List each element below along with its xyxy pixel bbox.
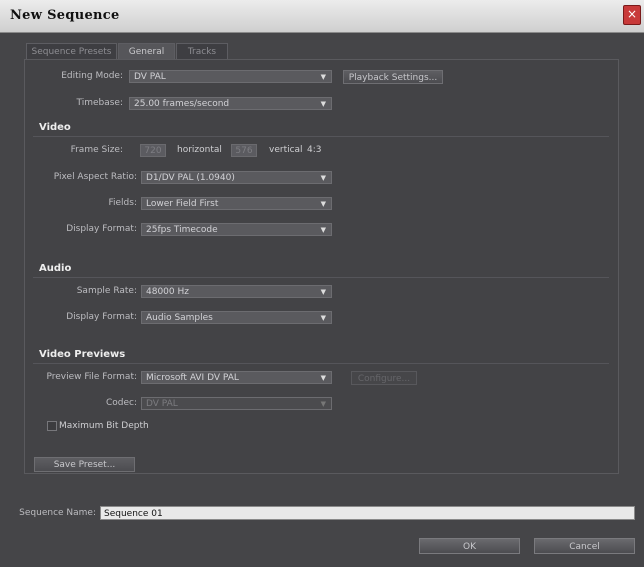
fields-value: Lower Field First [146, 199, 219, 209]
close-icon[interactable]: × [623, 5, 641, 25]
chevron-down-icon: ▼ [320, 374, 326, 382]
chevron-down-icon: ▼ [320, 400, 326, 408]
codec-dropdown[interactable]: DV PAL ▼ [141, 397, 332, 410]
aspect-ratio-text: 4:3 [307, 145, 322, 155]
ok-button[interactable]: OK [419, 538, 520, 554]
sample-rate-value: 48000 Hz [146, 287, 189, 297]
pixel-aspect-ratio-value: D1/DV PAL (1.0940) [146, 173, 235, 183]
save-preset-button[interactable]: Save Preset... [34, 457, 135, 472]
sample-rate-label: Sample Rate: [76, 286, 137, 296]
cancel-button[interactable]: Cancel [534, 538, 635, 554]
chevron-down-icon: ▼ [320, 200, 326, 208]
video-previews-divider [33, 363, 609, 364]
video-heading: Video [39, 122, 71, 133]
chevron-down-icon: ▼ [320, 174, 326, 182]
editing-mode-dropdown[interactable]: DV PAL ▼ [129, 70, 332, 83]
fields-label: Fields: [108, 198, 138, 208]
codec-value: DV PAL [146, 399, 178, 409]
preview-file-format-label: Preview File Format: [46, 372, 137, 382]
preview-file-format-dropdown[interactable]: Microsoft AVI DV PAL ▼ [141, 371, 332, 384]
max-bit-depth-checkbox[interactable] [47, 421, 57, 431]
max-bit-depth-label: Maximum Bit Depth [59, 421, 149, 431]
chevron-down-icon: ▼ [320, 226, 326, 234]
timebase-label: Timebase: [76, 98, 123, 108]
sample-rate-dropdown[interactable]: 48000 Hz ▼ [141, 285, 332, 298]
vertical-label: vertical [269, 145, 303, 155]
chevron-down-icon: ▼ [320, 288, 326, 296]
pixel-aspect-ratio-dropdown[interactable]: D1/DV PAL (1.0940) ▼ [141, 171, 332, 184]
video-display-format-dropdown[interactable]: 25fps Timecode ▼ [141, 223, 332, 236]
audio-heading: Audio [39, 263, 72, 274]
timebase-value: 25.00 frames/second [134, 99, 230, 109]
editing-mode-label: Editing Mode: [61, 71, 123, 81]
audio-divider [33, 277, 609, 278]
frame-height-field: 576 [231, 144, 257, 157]
audio-display-format-label: Display Format: [66, 312, 137, 322]
general-panel: Editing Mode: DV PAL ▼ Playback Settings… [24, 59, 619, 474]
frame-size-label: Frame Size: [70, 145, 123, 155]
sequence-name-label: Sequence Name: [19, 508, 96, 518]
tab-tracks[interactable]: Tracks [176, 43, 228, 60]
fields-dropdown[interactable]: Lower Field First ▼ [141, 197, 332, 210]
video-previews-heading: Video Previews [39, 349, 126, 360]
video-display-format-label: Display Format: [66, 224, 137, 234]
horizontal-label: horizontal [177, 145, 222, 155]
sequence-name-field[interactable]: Sequence 01 [100, 506, 635, 520]
chevron-down-icon: ▼ [320, 100, 326, 108]
audio-display-format-value: Audio Samples [146, 313, 213, 323]
configure-button[interactable]: Configure... [351, 371, 417, 385]
new-sequence-dialog: New Sequence × Sequence Presets General … [0, 0, 644, 567]
dialog-title: New Sequence [10, 8, 120, 23]
codec-label: Codec: [105, 398, 137, 408]
timebase-dropdown[interactable]: 25.00 frames/second ▼ [129, 97, 332, 110]
frame-width-field: 720 [140, 144, 166, 157]
audio-display-format-dropdown[interactable]: Audio Samples ▼ [141, 311, 332, 324]
title-bar[interactable]: New Sequence × [0, 0, 644, 33]
video-divider [33, 136, 609, 137]
chevron-down-icon: ▼ [320, 73, 326, 81]
pixel-aspect-ratio-label: Pixel Aspect Ratio: [53, 172, 137, 182]
tab-sequence-presets[interactable]: Sequence Presets [26, 43, 117, 60]
preview-file-format-value: Microsoft AVI DV PAL [146, 373, 239, 383]
chevron-down-icon: ▼ [320, 314, 326, 322]
editing-mode-value: DV PAL [134, 72, 166, 82]
video-display-format-value: 25fps Timecode [146, 225, 218, 235]
playback-settings-button[interactable]: Playback Settings... [343, 70, 443, 84]
